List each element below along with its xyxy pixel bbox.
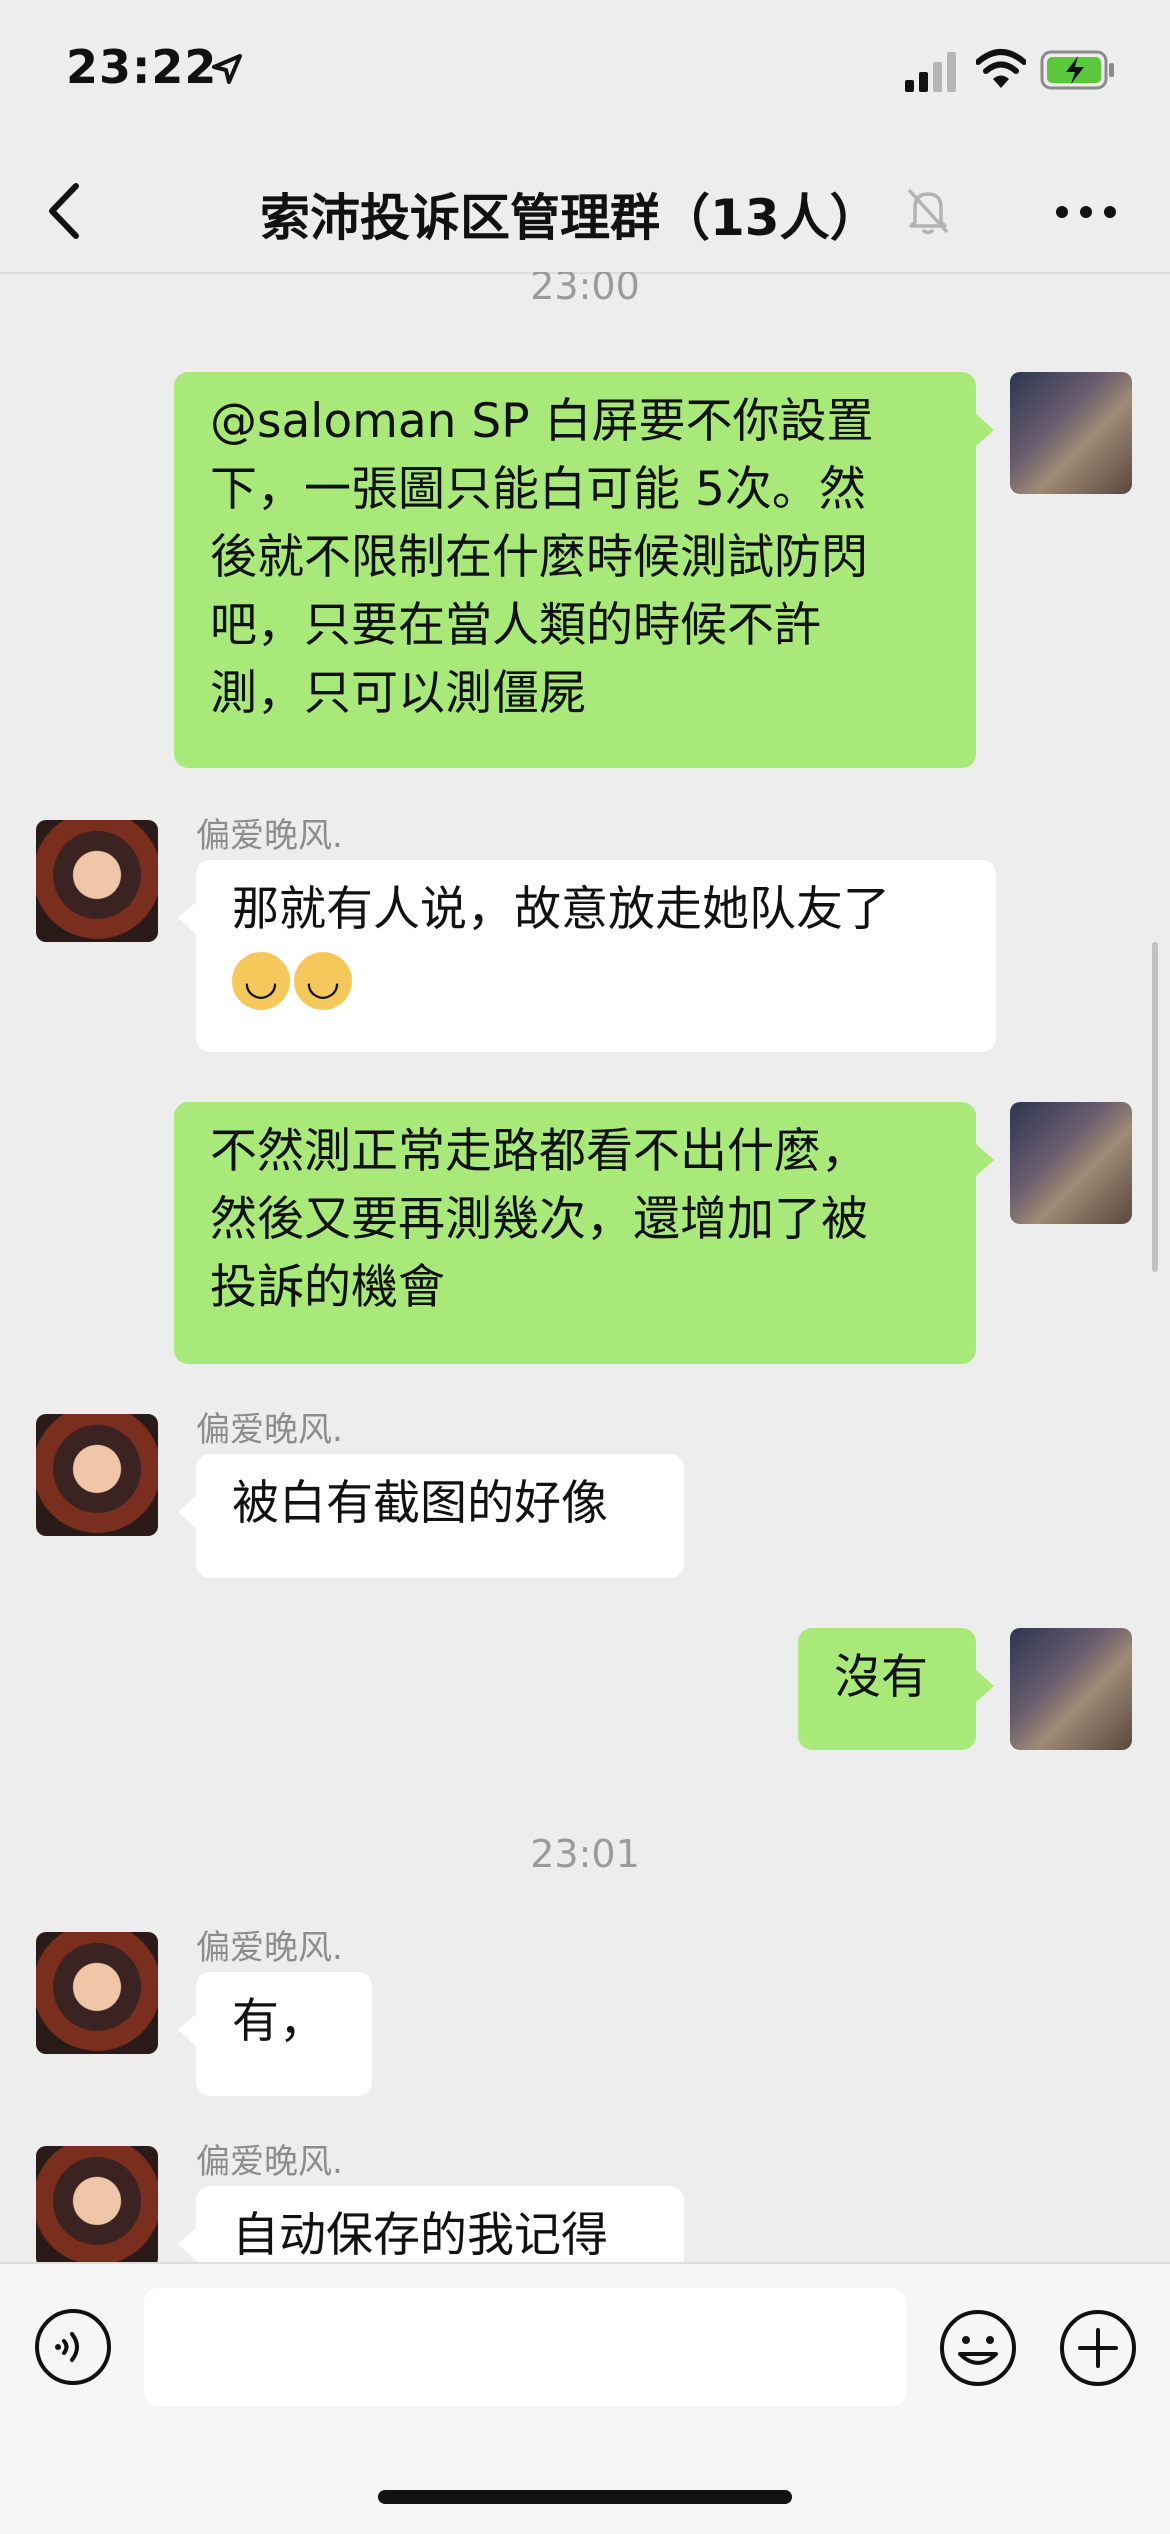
bubble-tail bbox=[178, 2228, 196, 2260]
my-avatar[interactable] bbox=[1010, 1628, 1132, 1750]
more-actions-plus-icon[interactable] bbox=[1058, 2308, 1138, 2388]
group-title: 索沛投诉区管理群（13人） bbox=[260, 189, 880, 247]
message-line: 下，一張圖只能白可能 5次。然 bbox=[210, 462, 866, 517]
message-input[interactable] bbox=[144, 2288, 906, 2406]
message-line: @saloman SP 白屏要不你設置 bbox=[210, 394, 874, 449]
sender-avatar[interactable] bbox=[36, 2146, 158, 2262]
more-options-icon[interactable] bbox=[1055, 205, 1117, 219]
bubble-tail bbox=[178, 902, 196, 934]
input-bar bbox=[0, 2262, 1170, 2534]
sender-name: 偏爱晚风. bbox=[196, 1410, 343, 1450]
cellular-signal-icon bbox=[905, 52, 956, 92]
home-indicator[interactable] bbox=[378, 2490, 792, 2504]
sender-name: 偏爱晚风. bbox=[196, 1928, 343, 1968]
status-time: 23:22 bbox=[66, 40, 218, 94]
doge-emoji-icon: ◡ bbox=[232, 951, 290, 1010]
message-line: 後就不限制在什麼時候測試防閃 bbox=[210, 530, 868, 585]
message-list[interactable]: 23:00 @saloman SP 白屏要不你設置 下，一張圖只能白可能 5次。… bbox=[0, 272, 1170, 2262]
message-line: 投訴的機會 bbox=[210, 1260, 445, 1315]
my-message-bubble[interactable]: 不然測正常走路都看不出什麼， 然後又要再測幾次，還增加了被 投訴的機會 bbox=[174, 1102, 976, 1364]
bubble-tail bbox=[976, 414, 994, 446]
sender-name: 偏爱晚风. bbox=[196, 2142, 343, 2182]
bubble-tail bbox=[976, 1670, 994, 1702]
bubble-tail bbox=[178, 2014, 196, 2046]
muted-bell-icon bbox=[907, 188, 949, 235]
message-line: 有， bbox=[232, 1994, 326, 2049]
message-line: 吧，只要在當人類的時候不許 bbox=[210, 598, 821, 653]
my-message-bubble[interactable]: @saloman SP 白屏要不你設置 下，一張圖只能白可能 5次。然 後就不限… bbox=[174, 372, 976, 768]
emoji-picker-icon[interactable] bbox=[938, 2308, 1018, 2388]
status-bar: 23:22 bbox=[0, 0, 1170, 150]
message-line: 然後又要再測幾次，還增加了被 bbox=[210, 1192, 868, 1247]
other-message-bubble[interactable]: 被白有截图的好像 bbox=[196, 1454, 684, 1578]
message-line: 沒有 bbox=[834, 1650, 928, 1705]
timestamp: 23:01 bbox=[530, 1832, 640, 1876]
scrollbar[interactable] bbox=[1152, 942, 1158, 1272]
location-arrow-icon bbox=[212, 54, 242, 84]
bubble-tail bbox=[976, 1144, 994, 1176]
my-avatar[interactable] bbox=[1010, 372, 1132, 494]
message-line: 那就有人说，故意放走她队友了 bbox=[232, 882, 890, 937]
voice-input-icon[interactable] bbox=[34, 2308, 112, 2386]
message-line: 被白有截图的好像 bbox=[232, 1476, 608, 1531]
battery-charging-icon bbox=[1040, 50, 1114, 90]
timestamp: 23:00 bbox=[530, 272, 640, 308]
my-message-bubble[interactable]: 沒有 bbox=[798, 1628, 976, 1750]
other-message-bubble[interactable]: 那就有人说，故意放走她队友了 ◡ ◡ bbox=[196, 860, 996, 1052]
my-avatar[interactable] bbox=[1010, 1102, 1132, 1224]
sender-avatar[interactable] bbox=[36, 1932, 158, 2054]
other-message-bubble[interactable]: 有， bbox=[196, 1972, 372, 2096]
chat-header: 索沛投诉区管理群（13人） bbox=[0, 150, 1170, 274]
emoji-row: ◡ ◡ bbox=[232, 944, 960, 1012]
message-line: 不然測正常走路都看不出什麼， bbox=[210, 1124, 868, 1179]
doge-emoji-icon: ◡ bbox=[294, 951, 352, 1010]
sender-name: 偏爱晚风. bbox=[196, 816, 343, 856]
sender-avatar[interactable] bbox=[36, 1414, 158, 1536]
back-chevron-icon[interactable] bbox=[44, 180, 84, 242]
other-message-bubble[interactable]: 自动保存的我记得 bbox=[196, 2186, 684, 2262]
bubble-tail bbox=[178, 1496, 196, 1528]
message-line: 自动保存的我记得 bbox=[232, 2208, 608, 2262]
wifi-icon bbox=[976, 49, 1026, 88]
message-line: 測，只可以測僵屍 bbox=[210, 666, 586, 721]
sender-avatar[interactable] bbox=[36, 820, 158, 942]
